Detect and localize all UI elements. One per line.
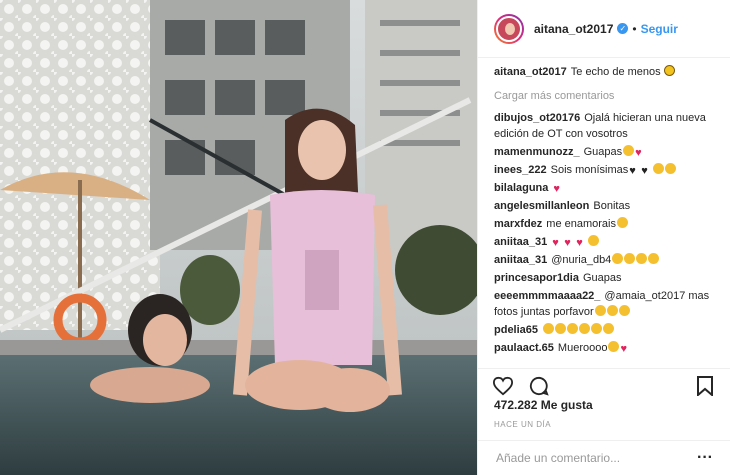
- comment-username[interactable]: eeeemmmmaaaa22_: [494, 290, 600, 302]
- bookmark-icon: [697, 375, 713, 396]
- comment-username[interactable]: mamenmunozz_: [494, 146, 580, 158]
- smiley-emoji-icon: [665, 163, 677, 174]
- comment-username[interactable]: angelesmillanleon: [494, 200, 589, 212]
- smiley-emoji-icon: [579, 323, 591, 334]
- comment-item: eeeemmmmaaaa22_ @amaia_ot2017 mas fotos j…: [494, 288, 720, 320]
- comment-username[interactable]: princesapor1dia: [494, 272, 579, 284]
- comment-username[interactable]: aniitaa_31: [494, 236, 547, 248]
- black-heart-emoji-icon: ♥: [641, 165, 648, 177]
- comment-item: mamenmunozz_ Guapas ♥: [494, 144, 720, 160]
- avatar[interactable]: [494, 13, 524, 44]
- comment-item: aniitaa_31 ♥ ♥ ♥: [494, 234, 720, 250]
- post-header: aitana_ot2017 ✓ • Seguir: [478, 0, 730, 58]
- smiley-emoji-icon: [555, 323, 567, 334]
- heart-emoji-icon: ♥: [553, 183, 560, 195]
- comment-item: marxfdez me enamorais: [494, 216, 720, 232]
- smiley-emoji-icon: [608, 341, 620, 352]
- instagram-post: aitana_ot2017 ✓ • Seguir aitana_ot2017 Te…: [0, 0, 730, 475]
- save-button[interactable]: [694, 375, 716, 397]
- comment-text: Guapas: [583, 146, 623, 158]
- smiley-emoji-icon: [624, 253, 636, 264]
- smiley-emoji-icon: [606, 305, 618, 316]
- comment-button[interactable]: [528, 375, 550, 397]
- bee-emoji-icon: [663, 65, 675, 76]
- action-bar: [478, 368, 730, 402]
- comment-username[interactable]: aniitaa_31: [494, 254, 547, 266]
- comment-item: pdelia65: [494, 322, 720, 338]
- smiley-emoji-icon: [623, 145, 635, 156]
- smiley-emoji-icon: [618, 305, 630, 316]
- verified-badge-icon: ✓: [617, 23, 629, 34]
- follow-button[interactable]: Seguir: [641, 22, 678, 36]
- smiley-emoji-icon: [603, 323, 615, 334]
- comment-username[interactable]: dibujos_ot20176: [494, 112, 580, 124]
- like-button[interactable]: [492, 375, 514, 397]
- smiley-emoji-icon: [612, 253, 624, 264]
- header-username[interactable]: aitana_ot2017: [534, 22, 613, 36]
- comment-text: me enamorais: [546, 218, 616, 230]
- comment-text: Sois monísimas: [550, 164, 629, 176]
- smiley-emoji-icon: [567, 323, 579, 334]
- post-photo[interactable]: [0, 0, 477, 475]
- heart-emoji-icon: ♥: [564, 237, 571, 249]
- heart-emoji-icon: ♥: [576, 237, 583, 249]
- comment-text: Guapas: [582, 272, 622, 284]
- comment-text: Mueroooo: [557, 342, 608, 354]
- caption-username[interactable]: aitana_ot2017: [494, 66, 567, 78]
- pool-photo-image: [0, 0, 477, 475]
- comment-username[interactable]: paulaact.65: [494, 342, 554, 354]
- post-timestamp: HACE UN DÍA: [494, 420, 552, 429]
- smiley-emoji-icon: [543, 323, 555, 334]
- black-heart-emoji-icon: ♥: [629, 165, 636, 177]
- smiley-emoji-icon: [617, 217, 628, 228]
- smiley-emoji-icon: [636, 253, 648, 264]
- heart-emoji-icon: ♥: [552, 237, 559, 249]
- post-sidebar: aitana_ot2017 ✓ • Seguir aitana_ot2017 Te…: [477, 0, 730, 475]
- comment-text: Bonitas: [593, 200, 631, 212]
- comment-rows: dibujos_ot20176 Ojalá hicieran una nueva …: [494, 110, 720, 356]
- comment-item: paulaact.65 Mueroooo ♥: [494, 340, 720, 356]
- comment-item: aniitaa_31 @nuria_db4: [494, 252, 720, 268]
- comment-item: inees_222 Sois monísimas♥ ♥: [494, 162, 720, 178]
- smiley-emoji-icon: [591, 323, 603, 334]
- comments-list[interactable]: aitana_ot2017 Te echo de menos Cargar más…: [494, 64, 720, 364]
- smiley-emoji-icon: [653, 163, 665, 174]
- add-comment-input[interactable]: [494, 450, 696, 466]
- smiley-emoji-icon: [588, 235, 600, 246]
- comment-item: bilalaguna ♥: [494, 180, 720, 196]
- smiley-emoji-icon: [648, 253, 660, 264]
- load-more-comments-button[interactable]: Cargar más comentarios: [494, 88, 720, 104]
- caption: aitana_ot2017 Te echo de menos: [494, 64, 720, 80]
- comment-item: dibujos_ot20176 Ojalá hicieran una nueva …: [494, 110, 720, 142]
- comment-item: princesapor1dia Guapas: [494, 270, 720, 286]
- caption-text: Te echo de menos: [570, 66, 661, 78]
- ellipsis-icon[interactable]: ···: [696, 449, 714, 467]
- comment-username[interactable]: inees_222: [494, 164, 547, 176]
- separator-dot: •: [632, 21, 637, 36]
- likes-count[interactable]: 472.282 Me gusta: [494, 398, 593, 412]
- heart-emoji-icon: ♥: [635, 147, 642, 159]
- smiley-emoji-icon: [594, 305, 606, 316]
- comment-username[interactable]: marxfdez: [494, 218, 542, 230]
- heart-emoji-icon: ♥: [620, 343, 627, 355]
- heart-outline-icon: [492, 376, 514, 395]
- comment-item: angelesmillanleon Bonitas: [494, 198, 720, 214]
- add-comment-bar: ···: [478, 440, 730, 475]
- comment-text: @nuria_db4: [551, 254, 612, 266]
- comment-username[interactable]: bilalaguna: [494, 182, 548, 194]
- speech-bubble-icon: [529, 376, 549, 396]
- comment-username[interactable]: pdelia65: [494, 324, 538, 336]
